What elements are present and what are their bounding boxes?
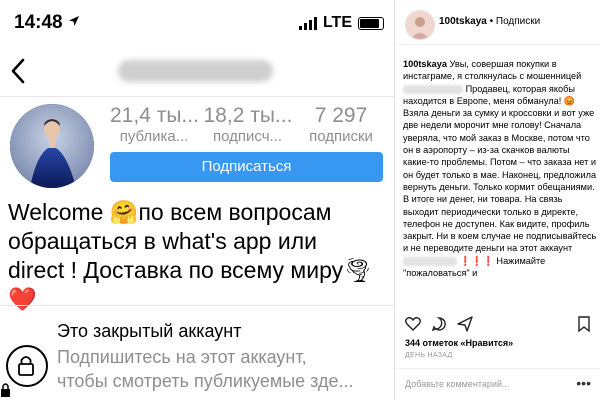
share-icon[interactable] <box>457 316 473 332</box>
instagram-profile-screen: 14:48 LTE espresso_paris 21,4 ты... <box>0 0 394 400</box>
post-follow-status[interactable]: • Подписки <box>490 16 541 27</box>
private-line-2: чтобы смотреть публикуемые зде... <box>57 371 354 391</box>
stat-posts-value: 21,4 ты... <box>110 104 198 127</box>
caption-redacted-1 <box>403 84 463 94</box>
private-account-title: Это закрытый аккаунт <box>57 321 242 341</box>
signal-bars-icon <box>298 16 317 30</box>
profile-navbar: espresso_paris <box>0 48 394 97</box>
divider <box>0 305 394 306</box>
stat-following[interactable]: 7 297 подписки <box>297 104 385 145</box>
bio-line-3: direct ! Доставка по всему миру🌪 <box>8 257 373 283</box>
status-time: 14:48 <box>14 12 80 34</box>
bio-line-1: Welcome 🤗по всем вопросам <box>8 199 332 225</box>
post-header: 100tskaya • Подписки <box>395 0 600 45</box>
private-account-text: Подпишитесь на этот аккаунт, чтобы смотр… <box>57 345 354 393</box>
profile-bio: Welcome 🤗по всем вопросам обращаться в w… <box>8 198 388 314</box>
post-author-name[interactable]: 100tskaya <box>439 16 487 27</box>
post-time: ДЕНЬ НАЗАД <box>405 352 453 359</box>
post-panel: 100tskaya • Подписки 100tskaya Увы, сове… <box>394 0 600 400</box>
stat-following-label: подписки <box>309 128 373 145</box>
private-line-1: Подпишитесь на этот аккаунт, <box>57 347 307 367</box>
avatar-image <box>10 104 94 188</box>
likes-count[interactable]: 344 отметок «Нравится» <box>405 338 513 348</box>
bookmark-icon[interactable] <box>577 316 591 332</box>
stat-posts[interactable]: 21,4 ты... публика... <box>110 104 198 145</box>
post-author-avatar[interactable] <box>405 10 435 40</box>
heart-icon[interactable] <box>405 316 421 332</box>
stat-posts-label: публика... <box>119 128 189 145</box>
location-arrow-icon <box>68 16 79 26</box>
stat-followers[interactable]: 18,2 ты... подписч... <box>204 104 292 145</box>
caption-redacted-2 <box>403 256 457 266</box>
post-caption: 100tskaya Увы, совершая покупки в инстаг… <box>403 58 597 279</box>
bio-line-2: обращаться в what's app или <box>8 228 317 254</box>
stat-following-value: 7 297 <box>314 104 368 127</box>
status-time-text: 14:48 <box>14 12 63 33</box>
blurred-username: espresso_paris <box>118 60 273 82</box>
lock-icon <box>6 345 48 387</box>
post-author: 100tskaya • Подписки <box>439 16 540 27</box>
caption-text-2: Продавец, которая якобы находится в Евро… <box>403 83 597 254</box>
carrier-label: LTE <box>322 14 352 31</box>
bio-line-4: ❤️ <box>8 286 37 312</box>
comment-bar: Добавьте комментарий... ••• <box>395 368 600 401</box>
post-actions <box>405 316 473 332</box>
comment-input[interactable]: Добавьте комментарий... <box>405 379 509 389</box>
back-chevron-icon[interactable] <box>4 54 34 88</box>
battery-icon <box>358 16 384 30</box>
profile-stats: 21,4 ты... публика... 18,2 ты... подписч… <box>110 104 385 145</box>
corner-lock-icon <box>1 383 10 397</box>
comment-icon[interactable] <box>431 316 447 332</box>
status-right: LTE <box>298 14 384 32</box>
status-bar: 14:48 LTE <box>14 12 384 36</box>
caption-author[interactable]: 100tskaya <box>403 59 447 69</box>
more-options-icon[interactable]: ••• <box>576 375 591 391</box>
stat-followers-label: подписч... <box>212 128 283 145</box>
stat-followers-value: 18,2 ты... <box>203 104 292 127</box>
subscribe-button[interactable]: Подписаться <box>110 152 383 182</box>
profile-avatar[interactable] <box>10 104 94 188</box>
